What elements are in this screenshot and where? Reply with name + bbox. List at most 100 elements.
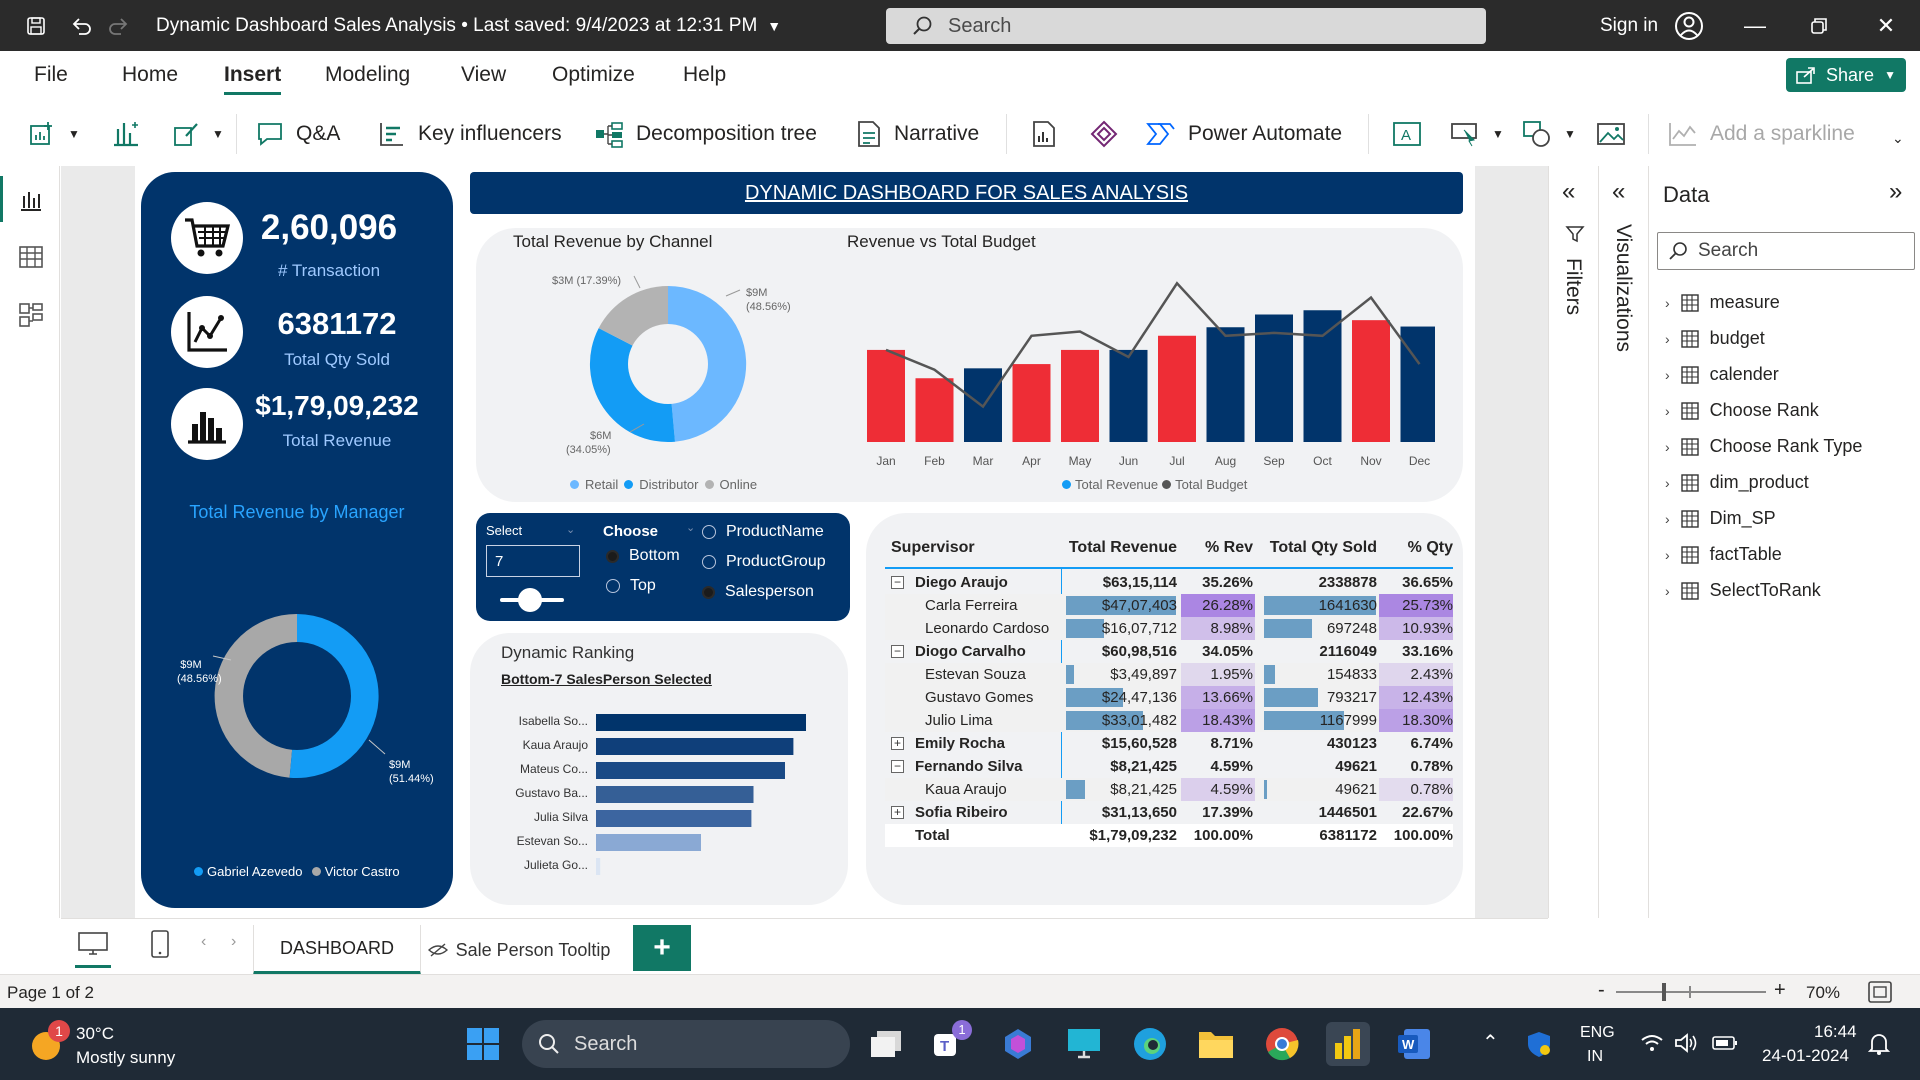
image-button[interactable] (1596, 114, 1626, 154)
data-field-facttable[interactable]: › factTable (1665, 544, 1782, 565)
revenue-bar-oct[interactable] (1303, 310, 1342, 442)
revenue-bar-may[interactable] (1061, 349, 1099, 442)
menu-home[interactable]: Home (122, 63, 178, 87)
taskbar-search-box[interactable]: Search (522, 1020, 850, 1068)
table-view-icon[interactable] (18, 244, 44, 270)
input-language-line1[interactable]: ENG (1580, 1024, 1615, 1042)
report-view-icon[interactable] (18, 186, 44, 212)
menu-insert[interactable]: Insert (224, 63, 282, 95)
type-productgroup-radio[interactable]: ProductGroup (702, 553, 826, 571)
share-button[interactable]: Share ▼ (1786, 58, 1906, 92)
collapse-row-icon[interactable]: − (891, 645, 904, 658)
matrix-column-header[interactable]: % Rev (1181, 531, 1253, 565)
narrative-button[interactable]: Narrative (856, 114, 979, 154)
sign-in-button[interactable]: Sign in (1600, 0, 1704, 51)
menu-optimize[interactable]: Optimize (552, 63, 635, 87)
chevron-right-icon[interactable]: › (1665, 331, 1670, 347)
windows-start-button[interactable] (461, 1022, 505, 1066)
undo-icon[interactable] (70, 14, 94, 38)
edge-button[interactable] (1128, 1022, 1172, 1066)
matrix-row[interactable]: Leonardo Cardoso $16,07,712 8.98% 697248 10.… (885, 617, 1453, 640)
matrix-row[interactable]: Total $1,79,09,232 100.00% 6381172 100.00% (885, 824, 1453, 847)
model-view-icon[interactable] (18, 302, 44, 328)
paginated-report-button[interactable] (1032, 114, 1056, 154)
tab-scroll-right-icon[interactable]: › (231, 933, 236, 951)
matrix-row[interactable]: − Diego Araujo $63,15,114 35.26% 2338878 36.6… (885, 571, 1453, 594)
zoom-level[interactable]: 70% (1806, 983, 1840, 1003)
zoom-slider-thumb[interactable] (1662, 983, 1666, 1001)
zoom-in-button[interactable]: + (1774, 979, 1786, 1002)
title-search-box[interactable]: Search (886, 8, 1486, 44)
legend-gabriel[interactable]: Gabriel Azevedo (207, 864, 302, 879)
save-icon[interactable] (24, 14, 48, 38)
menu-modeling[interactable]: Modeling (325, 63, 410, 87)
expand-right-icon[interactable]: » (1889, 178, 1902, 206)
matrix-row[interactable]: − Diogo Carvalho $60,98,516 34.05% 2116049 33… (885, 640, 1453, 663)
revenue-bar-jun[interactable] (1109, 349, 1148, 442)
ranking-bar[interactable] (596, 810, 752, 827)
volume-icon[interactable] (1674, 1032, 1698, 1054)
choose-bottom-radio[interactable]: Bottom (606, 547, 680, 565)
file-explorer-button[interactable] (1194, 1022, 1238, 1066)
ranking-bar[interactable] (596, 738, 794, 755)
collapse-left-icon[interactable]: « (1562, 178, 1575, 206)
format-visual-button[interactable]: ▼ (172, 114, 224, 154)
word-button[interactable]: W (1392, 1022, 1436, 1066)
ranking-bar[interactable] (596, 858, 601, 875)
chevron-right-icon[interactable]: › (1665, 439, 1670, 455)
more-visuals-button[interactable] (112, 114, 140, 154)
matrix-column-header[interactable]: Supervisor (891, 531, 1051, 565)
restore-button[interactable] (1791, 0, 1847, 51)
add-sparkline-button[interactable]: Add a sparkline (1668, 114, 1855, 154)
mobile-layout-icon[interactable] (150, 929, 170, 959)
weather-widget[interactable]: 1 30°C Mostly sunny (28, 1020, 218, 1070)
input-language-line2[interactable]: IN (1587, 1048, 1603, 1066)
matrix-row[interactable]: Estevan Souza $3,49,897 1.95% 154833 2.43% (885, 663, 1453, 686)
type-salesperson-radio[interactable]: Salesperson (702, 583, 814, 601)
zoom-slider-track[interactable] (1616, 991, 1766, 993)
revenue-bar-jan[interactable] (867, 349, 905, 442)
collapse-row-icon[interactable]: − (891, 576, 904, 589)
redo-icon[interactable] (106, 14, 130, 38)
matrix-row[interactable]: + Emily Rocha $15,60,528 8.71% 430123 6.74% (885, 732, 1453, 755)
wifi-icon[interactable] (1640, 1032, 1664, 1054)
chrome-button[interactable] (1260, 1022, 1304, 1066)
matrix-column-header[interactable]: Total Revenue (1063, 531, 1177, 565)
shapes-button[interactable]: ▼ (1522, 114, 1576, 154)
ranking-bar[interactable] (596, 834, 701, 851)
expand-row-icon[interactable]: + (891, 806, 904, 819)
channel-donut-chart[interactable]: $3M (17.39%) $9M (48.56%) $6M (34.05%) (530, 260, 810, 500)
data-field-calender[interactable]: › calender (1665, 364, 1779, 385)
buttons-button[interactable]: ▼ (1450, 114, 1504, 154)
ranking-bar[interactable] (596, 762, 785, 779)
fit-to-page-icon[interactable] (1867, 980, 1893, 1004)
ribbon-expand-button[interactable]: ⌄ (1892, 118, 1904, 158)
clock-time[interactable]: 16:44 (1814, 1022, 1857, 1042)
tab-sale-person-tooltip[interactable]: Sale Person Tooltip (421, 925, 617, 975)
text-box-button[interactable]: A (1392, 114, 1422, 154)
data-field-selecttorank[interactable]: › SelectToRank (1665, 580, 1821, 601)
legend-total-budget[interactable]: Total Budget (1175, 477, 1247, 492)
zoom-out-button[interactable]: - (1598, 979, 1605, 1002)
manager-donut-chart[interactable]: $9M (48.56%) $9M (51.44%) (141, 532, 453, 872)
matrix-row[interactable]: Gustavo Gomes $24,47,136 13.66% 793217 12.43… (885, 686, 1453, 709)
chevron-right-icon[interactable]: › (1665, 475, 1670, 491)
menu-file[interactable]: File (34, 63, 68, 87)
power-bi-button[interactable] (1326, 1022, 1370, 1066)
revenue-bar-feb[interactable] (915, 378, 954, 442)
battery-icon[interactable] (1712, 1035, 1738, 1051)
matrix-row[interactable]: − Fernando Silva $8,21,425 4.59% 49621 0.78% (885, 755, 1453, 778)
chevron-right-icon[interactable]: › (1665, 547, 1670, 563)
select-slider-thumb[interactable] (518, 588, 542, 612)
expand-row-icon[interactable]: + (891, 737, 904, 750)
matrix-column-header[interactable]: Total Qty Sold (1261, 531, 1377, 565)
window-title[interactable]: Dynamic Dashboard Sales Analysis • Last … (156, 15, 781, 37)
matrix-row[interactable]: + Sofia Ribeiro $31,13,650 17.39% 1446501 22.… (885, 801, 1453, 824)
chevron-down-icon[interactable]: ⌄ (686, 521, 695, 534)
legend-online[interactable]: Online (720, 477, 758, 492)
chevron-right-icon[interactable]: › (1665, 511, 1670, 527)
collapse-left-icon[interactable]: « (1612, 178, 1625, 206)
data-field-measure[interactable]: › measure (1665, 292, 1780, 313)
notification-bell-icon[interactable] (1868, 1032, 1890, 1056)
security-shield-icon[interactable] (1526, 1030, 1552, 1058)
